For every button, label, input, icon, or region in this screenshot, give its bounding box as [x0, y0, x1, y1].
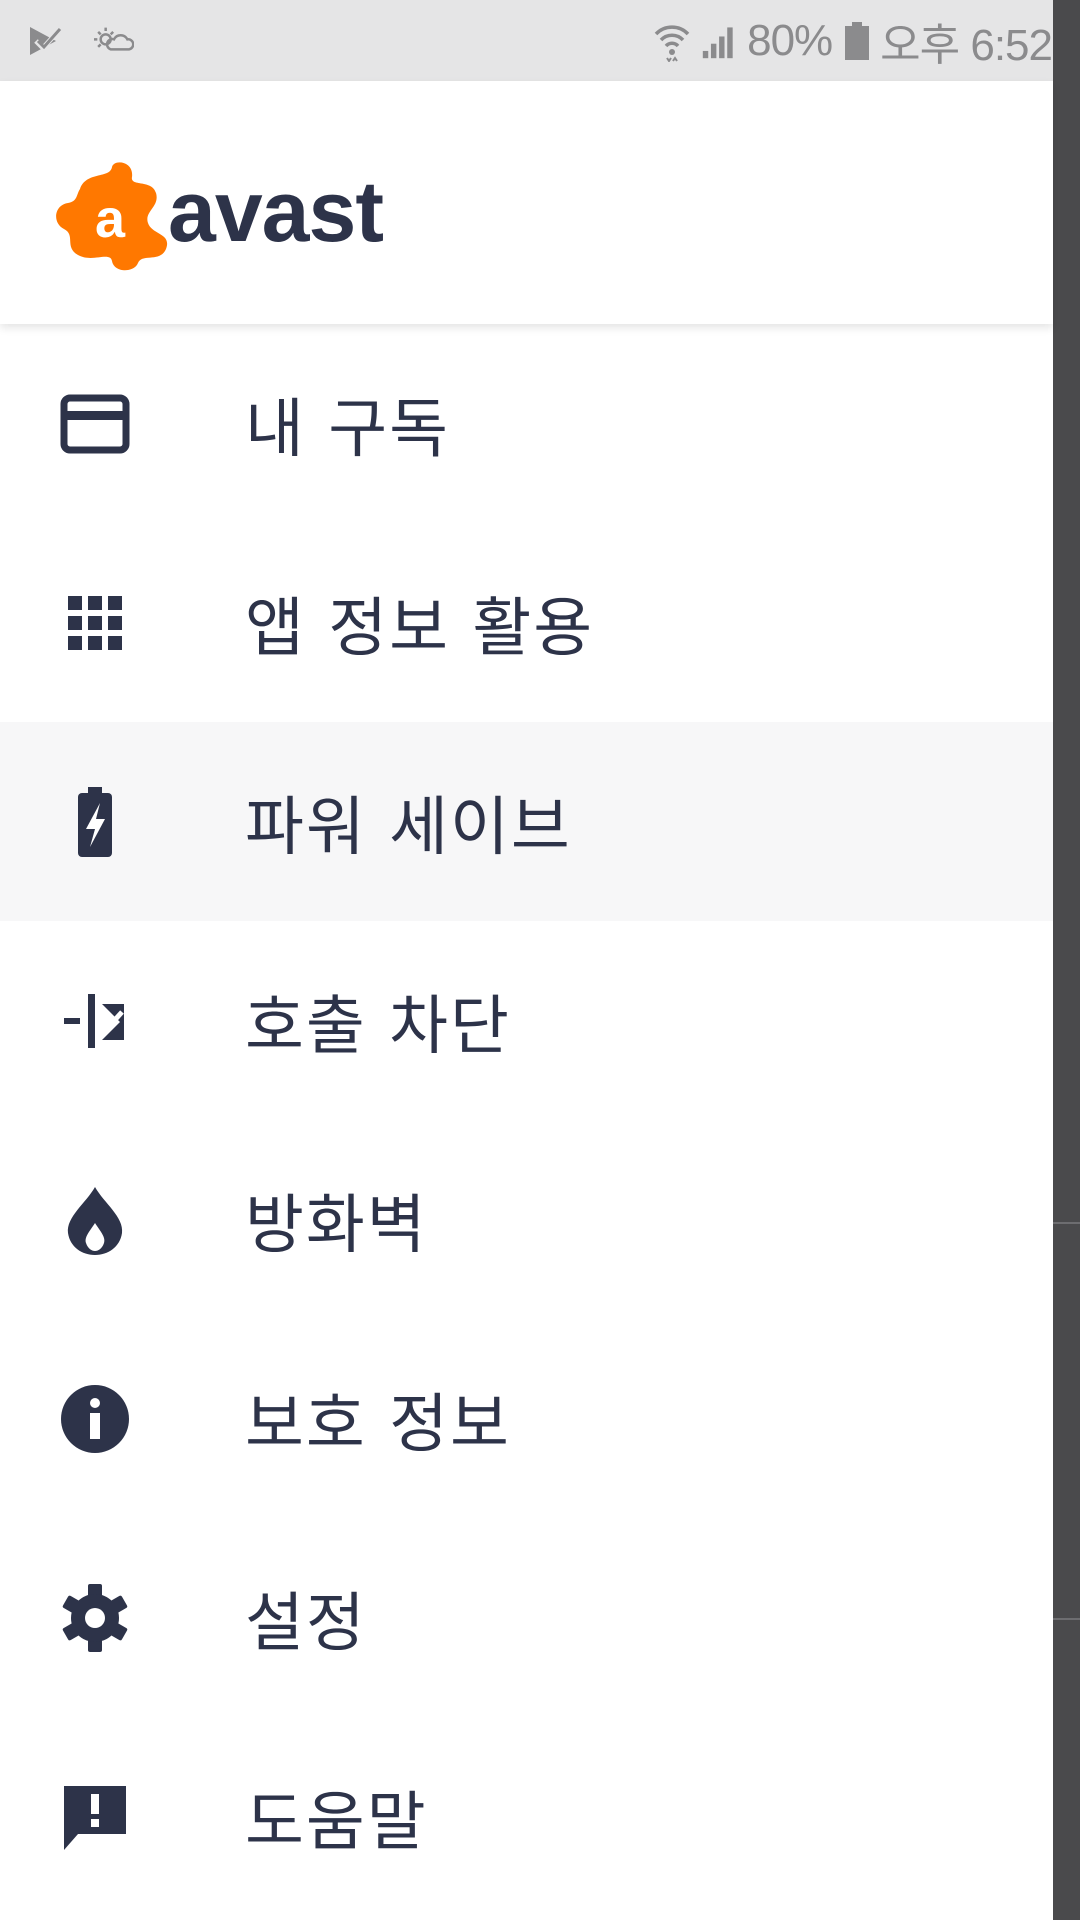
download-check-icon: [30, 24, 64, 55]
signal-icon: [702, 26, 733, 58]
svg-text:avast: avast: [168, 164, 383, 260]
menu-item-label: 앱 정보 활용: [245, 591, 595, 666]
scrim[interactable]: [1053, 0, 1080, 1920]
screen: 80% 오후 6:52 a avast 내 구독 앱 정보 활용 파워 세이브 …: [0, 0, 1080, 1920]
menu-item-call-blocker[interactable]: 호출 차단: [0, 921, 1053, 1120]
menu-item-label: 호출 차단: [245, 989, 511, 1064]
battery-icon: [845, 21, 870, 60]
navigation-drawer: a avast 내 구독 앱 정보 활용 파워 세이브 호출 차단 방화벽 보호…: [0, 81, 1053, 1920]
scrim-divider: [1053, 1222, 1080, 1224]
call-block-icon: [58, 984, 132, 1058]
feedback-icon: [58, 1780, 132, 1854]
wifi-icon: [654, 24, 690, 62]
battery-percent: 80%: [747, 15, 833, 65]
flame-icon: [58, 1183, 132, 1257]
menu-item-label: 파워 세이브: [245, 790, 572, 865]
menu-item-app-insights[interactable]: 앱 정보 활용: [0, 523, 1053, 722]
menu-item-label: 방화벽: [245, 1188, 428, 1263]
menu-item-my-subscription[interactable]: 내 구독: [0, 324, 1053, 523]
menu-item-label: 도움말: [245, 1785, 428, 1860]
menu-item-power-save[interactable]: 파워 세이브: [0, 722, 1053, 921]
menu-item-protection-info[interactable]: 보호 정보: [0, 1319, 1053, 1518]
status-bar: 80% 오후 6:52: [0, 0, 1080, 81]
menu-item-label: 보호 정보: [245, 1387, 511, 1462]
clock: 오후 6:52: [880, 20, 1053, 70]
drawer-header: a avast: [0, 81, 1053, 324]
battery-charging-icon: [58, 785, 132, 859]
gear-icon: [58, 1581, 132, 1655]
credit-card-icon: [58, 387, 132, 461]
info-icon: [58, 1382, 132, 1456]
scrim-divider: [1053, 1618, 1080, 1620]
svg-text:a: a: [95, 189, 126, 249]
menu-item-label: 설정: [245, 1586, 367, 1661]
avast-logo: a avast: [56, 162, 384, 271]
status-right: 80% 오후 6:52: [643, 0, 1080, 81]
drawer-menu: 내 구독 앱 정보 활용 파워 세이브 호출 차단 방화벽 보호 정보 설정 도…: [0, 324, 1053, 1916]
weather-icon: [94, 27, 134, 51]
menu-item-help[interactable]: 도움말: [0, 1717, 1053, 1916]
menu-item-firewall[interactable]: 방화벽: [0, 1120, 1053, 1319]
menu-item-label: 내 구독: [245, 392, 450, 467]
app-grid-icon: [58, 586, 132, 660]
status-left: [26, 0, 162, 81]
menu-item-settings[interactable]: 설정: [0, 1518, 1053, 1717]
